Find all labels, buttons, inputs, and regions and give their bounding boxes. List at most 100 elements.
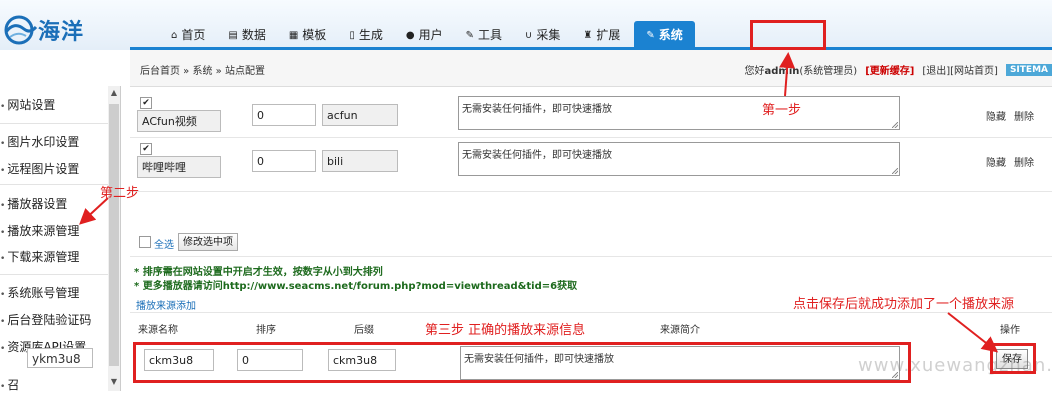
row-delete-link[interactable]: 删除 — [1014, 108, 1034, 123]
nav-tab-label: 模板 — [302, 22, 326, 49]
sidebar-item-label: 播放器设置 — [7, 197, 67, 211]
row-checkbox[interactable]: ✔ — [140, 97, 152, 109]
bullet-icon: • — [0, 201, 5, 211]
sidebar-item-6[interactable]: •系统账号管理 — [0, 284, 108, 301]
nav-tab-4[interactable]: ●用户 — [397, 21, 452, 50]
sidebar-item-5[interactable]: •下载来源管理 — [0, 248, 108, 265]
annotation-step3: 第三步 正确的播放来源信息 — [425, 319, 585, 338]
nav-tab-5[interactable]: ✎工具 — [457, 21, 511, 50]
sidebar-item-1[interactable]: •图片水印设置 — [0, 133, 108, 150]
top-header: 海洋 ⌂首页▤数据▦模板▯生成●用户✎工具∪采集♜扩展✎系统 — [0, 0, 1052, 50]
home-icon: ⌂ — [171, 22, 177, 49]
file-icon: ▯ — [349, 22, 355, 49]
main-nav: ⌂首页▤数据▦模板▯生成●用户✎工具∪采集♜扩展✎系统 — [162, 21, 700, 50]
sidebar-item-7[interactable]: •后台登陆验证码 — [0, 311, 108, 328]
source-row: ✔哔哩哔哩 0 bili 无需安装任何插件，即可快速播放 隐藏删除 — [130, 139, 1052, 192]
puzzle-icon: ♜ — [583, 22, 592, 49]
sidebar: ▲ ▼ •网站设置•图片水印设置•远程图片设置•播放器设置•播放来源管理•下载来… — [0, 86, 121, 391]
row-name-input[interactable]: ACfun视频 — [137, 110, 221, 132]
sidebar-item-0[interactable]: •网站设置 — [0, 96, 108, 113]
col-suffix: 后缀 — [354, 321, 374, 336]
row-checkbox[interactable]: ✔ — [140, 143, 152, 155]
col-description: 来源简介 — [660, 321, 700, 336]
modify-selected-button[interactable]: 修改选中项 — [178, 233, 238, 251]
annotation-step2: 第二步 — [100, 182, 139, 201]
scroll-up-icon[interactable]: ▲ — [108, 88, 120, 97]
more-players-note: * 更多播放器请访问http://www.seacms.net/forum.ph… — [134, 277, 577, 292]
site-logo[interactable]: 海洋 — [2, 14, 84, 46]
bullet-icon: • — [0, 139, 5, 149]
sidebar-item-label: 播放来源管理 — [7, 224, 79, 238]
nav-tab-7[interactable]: ♜扩展 — [574, 21, 629, 50]
nav-tab-label: 扩展 — [596, 22, 620, 49]
row-sort-input[interactable]: 0 — [252, 104, 316, 126]
sidebar-item-label: 下载来源管理 — [7, 250, 79, 264]
nav-tab-label: 工具 — [478, 22, 502, 49]
sitemap-button[interactable]: SITEMA — [1006, 64, 1052, 76]
sidebar-item-label: 远程图片设置 — [7, 162, 79, 176]
col-operation: 操作 — [1000, 321, 1020, 336]
row-suffix-input[interactable]: acfun — [322, 104, 398, 126]
nav-tab-6[interactable]: ∪采集 — [516, 21, 569, 50]
sidebar-item-partial[interactable]: •召 — [0, 376, 108, 393]
add-section-title: 播放来源添加 — [136, 297, 196, 312]
nav-tab-1[interactable]: ▤数据 — [219, 21, 274, 50]
user-greeting: 您好admin(系统管理员) — [745, 62, 858, 77]
edit-icon: ✎ — [646, 22, 654, 49]
scroll-thumb[interactable] — [109, 104, 119, 366]
breadcrumb-bar: 后台首页 » 系统 » 站点配置 您好admin(系统管理员) [更新缓存] [… — [130, 50, 1052, 87]
col-sort: 排序 — [256, 321, 276, 336]
logout-link[interactable]: [退出] — [922, 62, 950, 77]
annotation-box-save — [990, 343, 1036, 374]
sidebar-item-2[interactable]: •远程图片设置 — [0, 160, 108, 177]
row-name-input[interactable]: 哔哩哔哩 — [137, 156, 221, 178]
refresh-cache-link[interactable]: [更新缓存] — [865, 62, 914, 77]
row-suffix-input[interactable]: bili — [322, 150, 398, 172]
breadcrumb[interactable]: 后台首页 » 系统 » 站点配置 — [140, 62, 265, 77]
divider — [130, 312, 1052, 313]
scroll-down-icon[interactable]: ▼ — [108, 377, 120, 386]
row-delete-link[interactable]: 删除 — [1014, 154, 1034, 169]
source-row: ✔ACfun视频 0 acfun 无需安装任何插件，即可快速播放 隐藏删除 — [130, 87, 1052, 138]
annotation-save-note: 点击保存后就成功添加了一个播放来源 — [793, 293, 1014, 312]
annotation-box-new-row — [133, 342, 911, 383]
row-hide-link[interactable]: 隐藏 — [986, 108, 1006, 123]
bullet-icon: • — [0, 166, 5, 176]
site-home-link[interactable]: [网站首页] — [950, 62, 998, 77]
nav-tab-2[interactable]: ▦模板 — [280, 21, 335, 50]
sidebar-divider — [0, 274, 108, 275]
user-icon: ● — [406, 22, 415, 49]
row-description-textarea[interactable]: 无需安装任何插件，即可快速播放 — [458, 96, 900, 130]
nav-tab-label: 数据 — [242, 22, 266, 49]
select-all-label[interactable]: 全选 — [154, 236, 174, 251]
bullet-icon: • — [0, 344, 5, 354]
nav-tab-label: 系统 — [659, 22, 683, 49]
bullet-icon: • — [0, 228, 5, 238]
wrench-icon: ✎ — [466, 22, 474, 49]
bullet-icon: • — [0, 317, 5, 327]
batch-toolbar: 全选 修改选中项 — [130, 228, 1052, 257]
nav-tab-label: 生成 — [359, 22, 383, 49]
magnet-icon: ∪ — [525, 22, 532, 49]
template-icon: ▦ — [289, 22, 298, 49]
nav-tab-label: 用户 — [419, 22, 443, 49]
row-sort-input[interactable]: 0 — [252, 150, 316, 172]
sidebar-item-3[interactable]: •播放器设置 — [0, 195, 108, 212]
col-source-name: 来源名称 — [138, 321, 178, 336]
sidebar-item-label: 系统账号管理 — [7, 286, 79, 300]
nav-tab-8[interactable]: ✎系统 — [634, 21, 694, 50]
row-description-textarea[interactable]: 无需安装任何插件，即可快速播放 — [458, 142, 900, 176]
sidebar-item-label: 图片水印设置 — [7, 135, 79, 149]
wave-logo-icon — [2, 15, 40, 45]
select-all-checkbox[interactable] — [139, 236, 151, 248]
sidebar-item-4[interactable]: •播放来源管理 — [0, 222, 108, 239]
sidebar-item-label: 后台登陆验证码 — [7, 313, 91, 327]
nav-tab-3[interactable]: ▯生成 — [340, 21, 392, 50]
nav-tab-0[interactable]: ⌂首页 — [162, 21, 214, 50]
sidebar-scrollbar[interactable]: ▲ ▼ — [108, 86, 120, 391]
sidebar-tooltip-input[interactable]: ykm3u8 — [27, 348, 93, 368]
user-info: 您好admin(系统管理员) [更新缓存] [退出][网站首页] SITEMA — [745, 62, 1052, 77]
row-hide-link[interactable]: 隐藏 — [986, 154, 1006, 169]
sidebar-divider — [0, 184, 108, 185]
nav-tab-label: 采集 — [536, 22, 560, 49]
